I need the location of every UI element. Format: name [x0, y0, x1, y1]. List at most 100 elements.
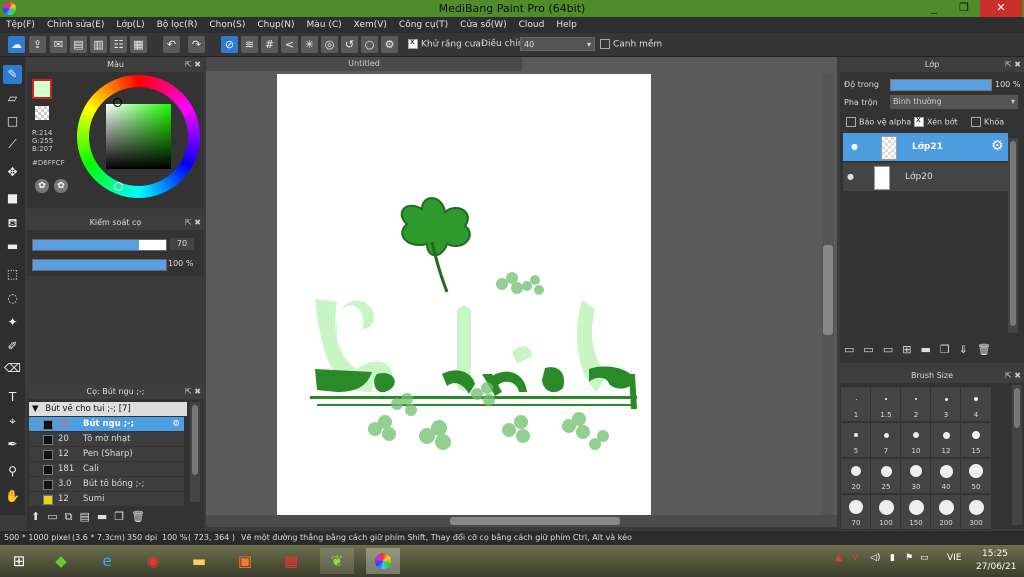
menu-help[interactable]: Help	[550, 17, 583, 33]
document-tab[interactable]: Untitled	[206, 57, 522, 71]
dotted-rect-tool-icon[interactable]: □	[3, 112, 22, 131]
eye-icon[interactable]: ●	[851, 142, 858, 151]
menu-capture[interactable]: Chụp(N)	[251, 17, 300, 33]
transparent-color-swatch[interactable]	[35, 106, 49, 120]
duplicate-icon[interactable]: ❐	[114, 510, 131, 523]
internet-explorer-icon[interactable]: e	[90, 548, 124, 574]
brush-size-cell[interactable]: 300	[960, 494, 992, 530]
cross-snap-icon[interactable]: #	[261, 36, 278, 53]
tray-v-icon[interactable]: V	[852, 553, 858, 563]
menu-view[interactable]: Xem(V)	[348, 17, 393, 33]
cloud-icon[interactable]: ☁	[8, 36, 25, 53]
edit-brush-icon[interactable]: ▤	[79, 510, 96, 523]
palette-icon[interactable]: ✿	[35, 179, 49, 193]
clipping-checkbox[interactable]: Xén bớt	[914, 115, 958, 127]
vanish-snap-icon[interactable]: <	[281, 36, 298, 53]
brush-list-scrollbar[interactable]	[190, 402, 200, 502]
file-explorer-icon[interactable]: ▬	[182, 548, 216, 574]
close-button[interactable]: ✕	[980, 0, 1022, 17]
brush-size-cell[interactable]: 7	[870, 422, 902, 458]
line-tool-icon[interactable]: ⟋	[3, 135, 22, 154]
adjust-dropdown[interactable]: 40 ▾	[520, 37, 595, 51]
hand-tool-icon[interactable]: ✋	[3, 487, 22, 506]
delete-layer-icon[interactable]: 🗑	[977, 343, 1000, 356]
layer-row-lop21[interactable]: ● Lớp21 ⚙	[843, 133, 1008, 161]
menu-filter[interactable]: Bộ lọc(R)	[151, 17, 204, 33]
tray-volume-icon[interactable]: ◁)	[870, 553, 880, 563]
grid-icon[interactable]: ▦	[130, 36, 147, 53]
brush-opacity-slider[interactable]	[32, 259, 167, 271]
radial-snap-icon[interactable]: ✳	[301, 36, 318, 53]
menu-tools[interactable]: Công cụ(T)	[393, 17, 454, 33]
menu-select[interactable]: Chọn(S)	[203, 17, 251, 33]
bucket-tool-icon[interactable]: ⛾	[3, 214, 22, 233]
antialias-checkbox[interactable]: Khử răng cưa	[408, 37, 481, 50]
dropper-tool-icon[interactable]: ✒	[3, 435, 22, 454]
add-layer-menu-icon[interactable]: ⊞	[902, 343, 920, 356]
select-pen-tool-icon[interactable]: ✐	[3, 337, 22, 356]
palette-add-icon[interactable]: ✿	[54, 179, 68, 193]
curve-snap-icon[interactable]: ↺	[341, 36, 358, 53]
brush-group-header[interactable]: ▼ Bút vẽ cho tui ;-; [7]	[29, 402, 187, 416]
bluestacks-icon[interactable]: ◆	[44, 548, 78, 574]
circle-snap-icon[interactable]: ◎	[321, 36, 338, 53]
list-icon[interactable]: ☷	[110, 36, 127, 53]
brush-size-slider[interactable]	[32, 239, 167, 251]
tray-alert-icon[interactable]: ▲	[835, 553, 842, 563]
undo-icon[interactable]: ↶	[163, 36, 180, 53]
layer-opacity-slider[interactable]	[890, 79, 992, 91]
layer-list-scrollbar[interactable]	[1008, 138, 1018, 333]
brush-tool-icon[interactable]: ✎	[3, 65, 22, 84]
foreground-color-swatch[interactable]	[32, 79, 52, 99]
app-leaf-icon[interactable]: ❦	[320, 548, 354, 574]
brush-size-value[interactable]: 70	[170, 238, 194, 250]
brush-settings-icon[interactable]: ⚙	[172, 417, 180, 431]
panel-controls-icon[interactable]: ⇱ ✖	[185, 385, 201, 399]
tray-network-icon[interactable]: ▮	[890, 553, 895, 563]
comment-icon[interactable]: ✉	[50, 36, 67, 53]
brush-list-item[interactable]: 181 Cali	[29, 462, 184, 476]
copy-brush-icon[interactable]: ⧉	[65, 510, 80, 523]
saturation-square[interactable]	[106, 104, 171, 169]
brush-size-cell[interactable]: 200	[930, 494, 962, 530]
delete-brush-icon[interactable]: 🗑	[131, 510, 152, 523]
gradient-tool-icon[interactable]: ▬	[3, 237, 22, 256]
text-tool-icon[interactable]: T	[3, 388, 22, 407]
brush-list-item[interactable]: 3.0 Bút tô bóng ;-;	[29, 477, 184, 491]
merge-layer-icon[interactable]: ⇓	[959, 343, 977, 356]
fill-rect-tool-icon[interactable]: ■	[3, 189, 22, 208]
move-tool-icon[interactable]: ✥	[3, 163, 22, 182]
panel-controls-icon[interactable]: ⇱ ✖	[185, 216, 201, 230]
brush-list-item[interactable]: 12 Pen (Sharp)	[29, 447, 184, 461]
eraser-tool-icon[interactable]: ▱	[3, 89, 22, 108]
page-icon[interactable]: ▥	[90, 36, 107, 53]
menu-edit[interactable]: Chỉnh sửa(E)	[41, 17, 110, 33]
language-indicator[interactable]: VIE	[947, 553, 962, 563]
brush-size-cell[interactable]: 150	[900, 494, 932, 530]
blend-mode-dropdown[interactable]: Bình thường ▾	[890, 95, 1018, 109]
brush-size-cell[interactable]: 15	[960, 422, 992, 458]
brush-size-cell[interactable]: 10	[900, 422, 932, 458]
settings-icon[interactable]: ⚙	[381, 36, 398, 53]
no-snap-icon[interactable]: ⊘	[221, 36, 238, 53]
ellipse-snap-icon[interactable]: ○	[361, 36, 378, 53]
layer-row-lop20[interactable]: ● Lớp20	[843, 163, 1008, 191]
hue-cursor[interactable]	[114, 182, 123, 191]
panel-controls-icon[interactable]: ⇱ ✖	[1005, 58, 1021, 72]
tray-flag-icon[interactable]: ⚑	[905, 553, 913, 563]
brush-size-cell[interactable]: 30	[900, 458, 932, 494]
redo-icon[interactable]: ↷	[188, 36, 205, 53]
brush-size-cell[interactable]: 2	[900, 386, 932, 422]
minimize-button[interactable]: _	[920, 0, 948, 17]
select-eraser-tool-icon[interactable]: ⌫	[3, 359, 22, 378]
clock-date[interactable]: 27/06/21	[976, 562, 1016, 572]
brush-size-cell[interactable]: 100	[870, 494, 902, 530]
menu-layer[interactable]: Lớp(L)	[110, 17, 150, 33]
new-layer-8bit-icon[interactable]: ▭	[863, 343, 882, 356]
new-brush-icon[interactable]: ▭	[47, 510, 64, 523]
vertical-scroll-thumb[interactable]	[823, 245, 833, 335]
folder-icon[interactable]: ▬	[920, 343, 939, 356]
magic-wand-tool-icon[interactable]: ✦	[3, 313, 22, 332]
add-brush-icon[interactable]: ⬆	[31, 510, 47, 523]
brush-size-cell[interactable]: 1.5	[870, 386, 902, 422]
